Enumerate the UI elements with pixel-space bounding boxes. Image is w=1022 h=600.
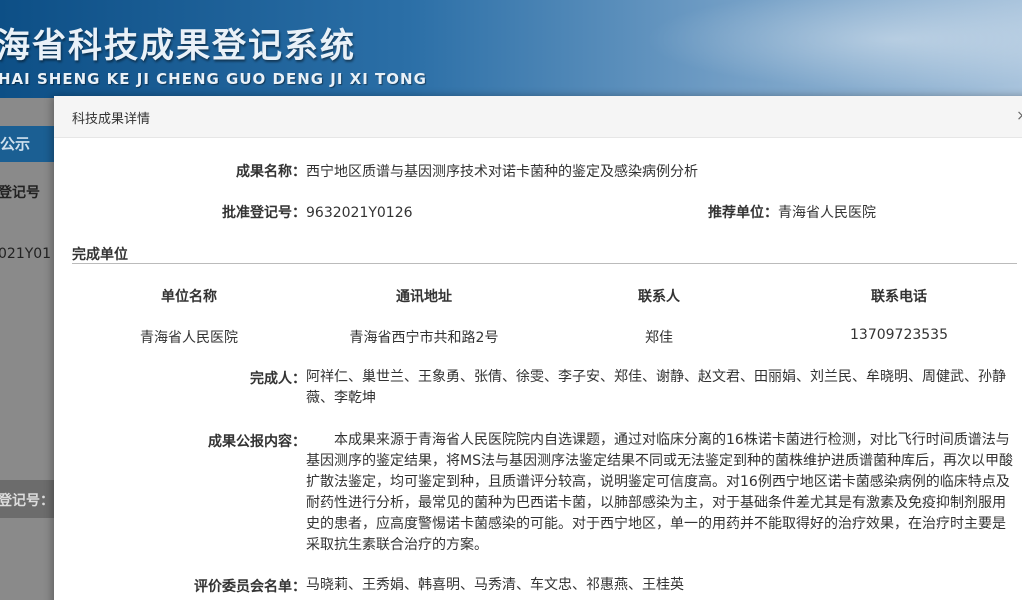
- close-icon[interactable]: ×: [1016, 108, 1022, 124]
- achievement-name-label: 成果名称：: [236, 164, 306, 180]
- banner-map-decoration: [602, 0, 1022, 98]
- reg-no-label: 批准登记号：: [222, 205, 306, 221]
- achievement-name-row: 成果名称：西宁地区质谱与基因测序技术对诺卡菌种的鉴定及感染病例分析: [204, 161, 698, 181]
- section-divider: [72, 263, 1017, 264]
- table-cell-phone: 13709723535: [850, 327, 948, 343]
- section-title-units: 完成单位: [72, 247, 128, 263]
- committee-label-row: 评价委员会名单：: [164, 576, 306, 596]
- bulletin-label: 成果公报内容：: [208, 434, 306, 450]
- committee-label: 评价委员会名单：: [194, 579, 306, 595]
- table-header-phone: 联系电话: [871, 289, 927, 305]
- background-tab-public[interactable]: 公示: [0, 126, 54, 162]
- table-cell-contact: 郑佳: [645, 330, 673, 346]
- bulletin-content: 本成果来源于青海省人民医院院内自选课题，通过对临床分离的16株诺卡菌进行检测，对…: [306, 432, 1013, 553]
- committee-value: 马晓莉、王秀娟、韩喜明、马秀清、车文忠、祁惠燕、王桂英: [306, 577, 684, 593]
- modal-header: 科技成果详情 ×: [54, 96, 1022, 138]
- bulletin-label-row: 成果公报内容：: [174, 431, 306, 451]
- table-cell-unit: 青海省人民医院: [140, 330, 238, 346]
- recommend-row: 推荐单位：青海省人民医院: [674, 202, 876, 222]
- completers-label-row: 完成人：: [204, 368, 306, 388]
- app-title: 海省科技成果登记系统: [0, 26, 356, 66]
- reg-no-row: 批准登记号：9632021Y0126: [204, 202, 413, 222]
- recommend-value: 青海省人民医院: [778, 205, 876, 221]
- recommend-label: 推荐单位：: [708, 205, 778, 221]
- background-value-regno: 021Y01: [0, 246, 52, 262]
- reg-no-value: 9632021Y0126: [306, 205, 413, 221]
- background-panel: [0, 98, 54, 600]
- detail-modal: 科技成果详情 × 成果名称：西宁地区质谱与基因测序技术对诺卡菌种的鉴定及感染病例…: [54, 96, 1022, 600]
- completers-label: 完成人：: [250, 371, 306, 387]
- table-header-contact: 联系人: [638, 289, 680, 305]
- app-banner: 海省科技成果登记系统 HAI SHENG KE JI CHENG GUO DEN…: [0, 0, 1022, 98]
- table-header-unit: 单位名称: [161, 289, 217, 305]
- modal-title: 科技成果详情: [72, 112, 151, 127]
- background-label-regno-2: 登记号：: [0, 493, 54, 509]
- completers-value: 阿祥仁、巢世兰、王象勇、张倩、徐雯、李子安、郑佳、谢静、赵文君、田丽娟、刘兰民、…: [306, 369, 1006, 406]
- table-header-address: 通讯地址: [396, 289, 452, 305]
- background-label-regno: 登记号: [0, 185, 40, 201]
- app-subtitle: HAI SHENG KE JI CHENG GUO DENG JI XI TON…: [0, 70, 427, 88]
- table-cell-address: 青海省西宁市共和路2号: [349, 330, 499, 346]
- achievement-name-value: 西宁地区质谱与基因测序技术对诺卡菌种的鉴定及感染病例分析: [306, 164, 698, 180]
